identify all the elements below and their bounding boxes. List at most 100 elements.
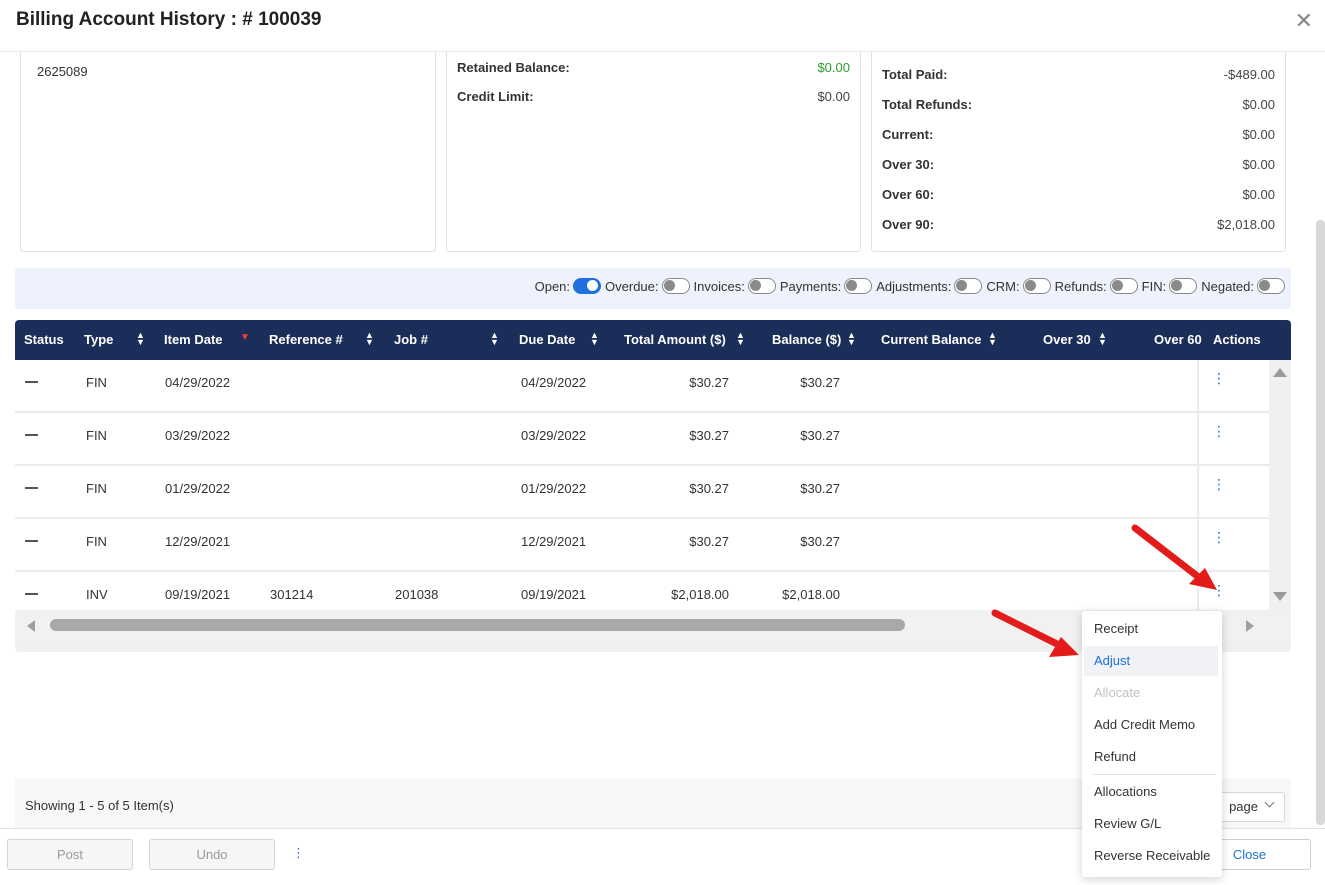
filter-toggles: Open: Overdue: Invoices: Payments: Adjus… xyxy=(531,278,1285,294)
filter-fin-toggle[interactable] xyxy=(1169,278,1198,294)
col-reference[interactable]: Reference # xyxy=(269,332,343,347)
cell-item-date: 04/29/2022 xyxy=(165,375,231,390)
filter-bar: Open: Overdue: Invoices: Payments: Adjus… xyxy=(15,268,1291,309)
aging-card: Total Paid: -$489.00 Total Refunds: $0.0… xyxy=(871,52,1286,252)
close-icon[interactable]: ✕ xyxy=(1295,8,1313,34)
annotation-arrow-icon xyxy=(991,609,1079,657)
table-row[interactable]: FIN 01/29/2022 01/29/2022 $30.27 $30.27 … xyxy=(15,466,1269,519)
col-job[interactable]: Job # xyxy=(394,332,428,347)
post-button[interactable]: Post xyxy=(7,839,133,870)
filter-invoices-label: Invoices: xyxy=(693,278,745,294)
current-label: Current: xyxy=(882,127,934,142)
scrollbar-thumb[interactable] xyxy=(50,619,905,631)
filter-refunds-label: Refunds: xyxy=(1054,278,1107,294)
menu-item-allocations[interactable]: Allocations xyxy=(1082,777,1222,807)
total-refunds-value: $0.00 xyxy=(1242,97,1275,112)
over-90-label: Over 90: xyxy=(882,217,935,232)
actions-cell: ⋮ xyxy=(1197,360,1269,411)
cell-due-date: 12/29/2021 xyxy=(521,534,587,549)
over-60-label: Over 60: xyxy=(882,187,935,202)
total-paid-row: Total Paid: -$489.00 xyxy=(882,67,1275,87)
sort-icon[interactable]: ▲ ▼ xyxy=(1098,331,1107,347)
menu-divider xyxy=(1092,774,1216,775)
table-row[interactable]: FIN 04/29/2022 04/29/2022 $30.27 $30.27 … xyxy=(15,360,1269,413)
cell-due-date: 03/29/2022 xyxy=(521,428,587,443)
col-over-30[interactable]: Over 30 xyxy=(1043,332,1091,347)
col-total-amount[interactable]: Total Amount ($) xyxy=(624,332,726,347)
cell-balance: $2,018.00 xyxy=(782,587,840,602)
filter-refunds-toggle[interactable] xyxy=(1109,278,1138,294)
cell-balance: $30.27 xyxy=(800,428,840,443)
annotation-arrow-icon xyxy=(1131,524,1217,590)
current-row: Current: $0.00 xyxy=(882,127,1275,147)
filter-open-toggle[interactable] xyxy=(573,278,602,294)
scroll-left-icon[interactable] xyxy=(27,620,35,632)
cell-balance: $30.27 xyxy=(800,534,840,549)
scroll-right-icon[interactable] xyxy=(1246,620,1254,632)
sort-icon[interactable]: ▲ ▼ xyxy=(490,331,499,347)
sort-icon[interactable]: ▲ ▼ xyxy=(847,331,856,347)
cell-total: $30.27 xyxy=(689,375,729,390)
filter-payments-toggle[interactable] xyxy=(844,278,873,294)
cell-type: FIN xyxy=(86,428,107,443)
menu-item-reverse-receivable[interactable]: Reverse Receivable xyxy=(1082,841,1222,871)
scroll-up-icon[interactable] xyxy=(1273,368,1287,377)
menu-item-receipt[interactable]: Receipt xyxy=(1082,614,1222,644)
table-header: Status Type ▲ ▼ Item Date ▼ Reference # ▲… xyxy=(15,320,1291,360)
filter-crm-toggle[interactable] xyxy=(1022,278,1051,294)
menu-item-review-gl[interactable]: Review G/L xyxy=(1082,809,1222,839)
col-balance[interactable]: Balance ($) xyxy=(772,332,841,347)
balance-card: Retained Balance: $0.00 Credit Limit: $0… xyxy=(446,52,861,252)
cell-due-date: 04/29/2022 xyxy=(521,375,587,390)
col-due-date[interactable]: Due Date xyxy=(519,332,575,347)
menu-item-refund[interactable]: Refund xyxy=(1082,742,1222,772)
more-actions-kebab-icon[interactable]: ⋮ xyxy=(292,846,305,859)
cell-total: $2,018.00 xyxy=(671,587,729,602)
col-item-date[interactable]: Item Date xyxy=(164,332,223,347)
sort-desc-icon[interactable]: ▼ xyxy=(240,333,250,343)
filter-open-label: Open: xyxy=(534,278,571,294)
menu-item-allocate: Allocate xyxy=(1094,685,1141,700)
filter-negated-label: Negated: xyxy=(1201,278,1254,294)
actions-cell: ⋮ xyxy=(1197,466,1269,517)
over-90-row: Over 90: $2,018.00 xyxy=(882,217,1275,237)
row-actions-kebab-icon[interactable]: ⋮ xyxy=(1212,371,1226,385)
undo-button[interactable]: Undo xyxy=(149,839,275,870)
table-row[interactable]: FIN 12/29/2021 12/29/2021 $30.27 $30.27 … xyxy=(15,519,1269,572)
col-type[interactable]: Type xyxy=(84,332,113,347)
row-actions-kebab-icon[interactable]: ⋮ xyxy=(1212,477,1226,491)
sort-icon[interactable]: ▲ ▼ xyxy=(365,331,374,347)
table-row[interactable]: FIN 03/29/2022 03/29/2022 $30.27 $30.27 … xyxy=(15,413,1269,466)
scroll-down-icon[interactable] xyxy=(1273,592,1287,601)
over-90-value: $2,018.00 xyxy=(1217,217,1275,232)
over-60-row: Over 60: $0.00 xyxy=(882,187,1275,207)
cell-item-date: 09/19/2021 xyxy=(165,587,231,602)
status-dash-icon xyxy=(25,540,38,542)
menu-item-adjust[interactable]: Adjust xyxy=(1084,646,1218,676)
status-dash-icon xyxy=(25,487,38,489)
account-info-card: 2625089 xyxy=(20,52,436,252)
filter-adjustments-toggle[interactable] xyxy=(954,278,983,294)
retained-balance-value: $0.00 xyxy=(817,60,850,75)
per-page-label: page xyxy=(1229,799,1258,814)
sort-icon[interactable]: ▲ ▼ xyxy=(590,331,599,347)
filter-invoices-toggle[interactable] xyxy=(747,278,776,294)
col-current-balance[interactable]: Current Balance xyxy=(881,332,981,347)
vertical-scrollbar[interactable] xyxy=(1316,220,1325,825)
total-refunds-row: Total Refunds: $0.00 xyxy=(882,97,1275,117)
sort-icon[interactable]: ▲ ▼ xyxy=(988,331,997,347)
row-actions-kebab-icon[interactable]: ⋮ xyxy=(1212,424,1226,438)
filter-overdue-toggle[interactable] xyxy=(661,278,690,294)
col-over-60[interactable]: Over 60 xyxy=(1154,332,1202,347)
pager-summary: Showing 1 - 5 of 5 Item(s) xyxy=(25,798,174,813)
cell-total: $30.27 xyxy=(689,534,729,549)
sort-icon[interactable]: ▲ ▼ xyxy=(136,331,145,347)
cell-job: 201038 xyxy=(395,587,439,602)
col-status[interactable]: Status xyxy=(24,332,64,347)
filter-negated-toggle[interactable] xyxy=(1257,278,1285,294)
sort-icon[interactable]: ▲ ▼ xyxy=(736,331,745,347)
filter-overdue-label: Overdue: xyxy=(605,278,659,294)
cell-total: $30.27 xyxy=(689,481,729,496)
menu-item-add-credit-memo[interactable]: Add Credit Memo xyxy=(1082,710,1222,740)
credit-limit-label: Credit Limit: xyxy=(457,89,534,104)
